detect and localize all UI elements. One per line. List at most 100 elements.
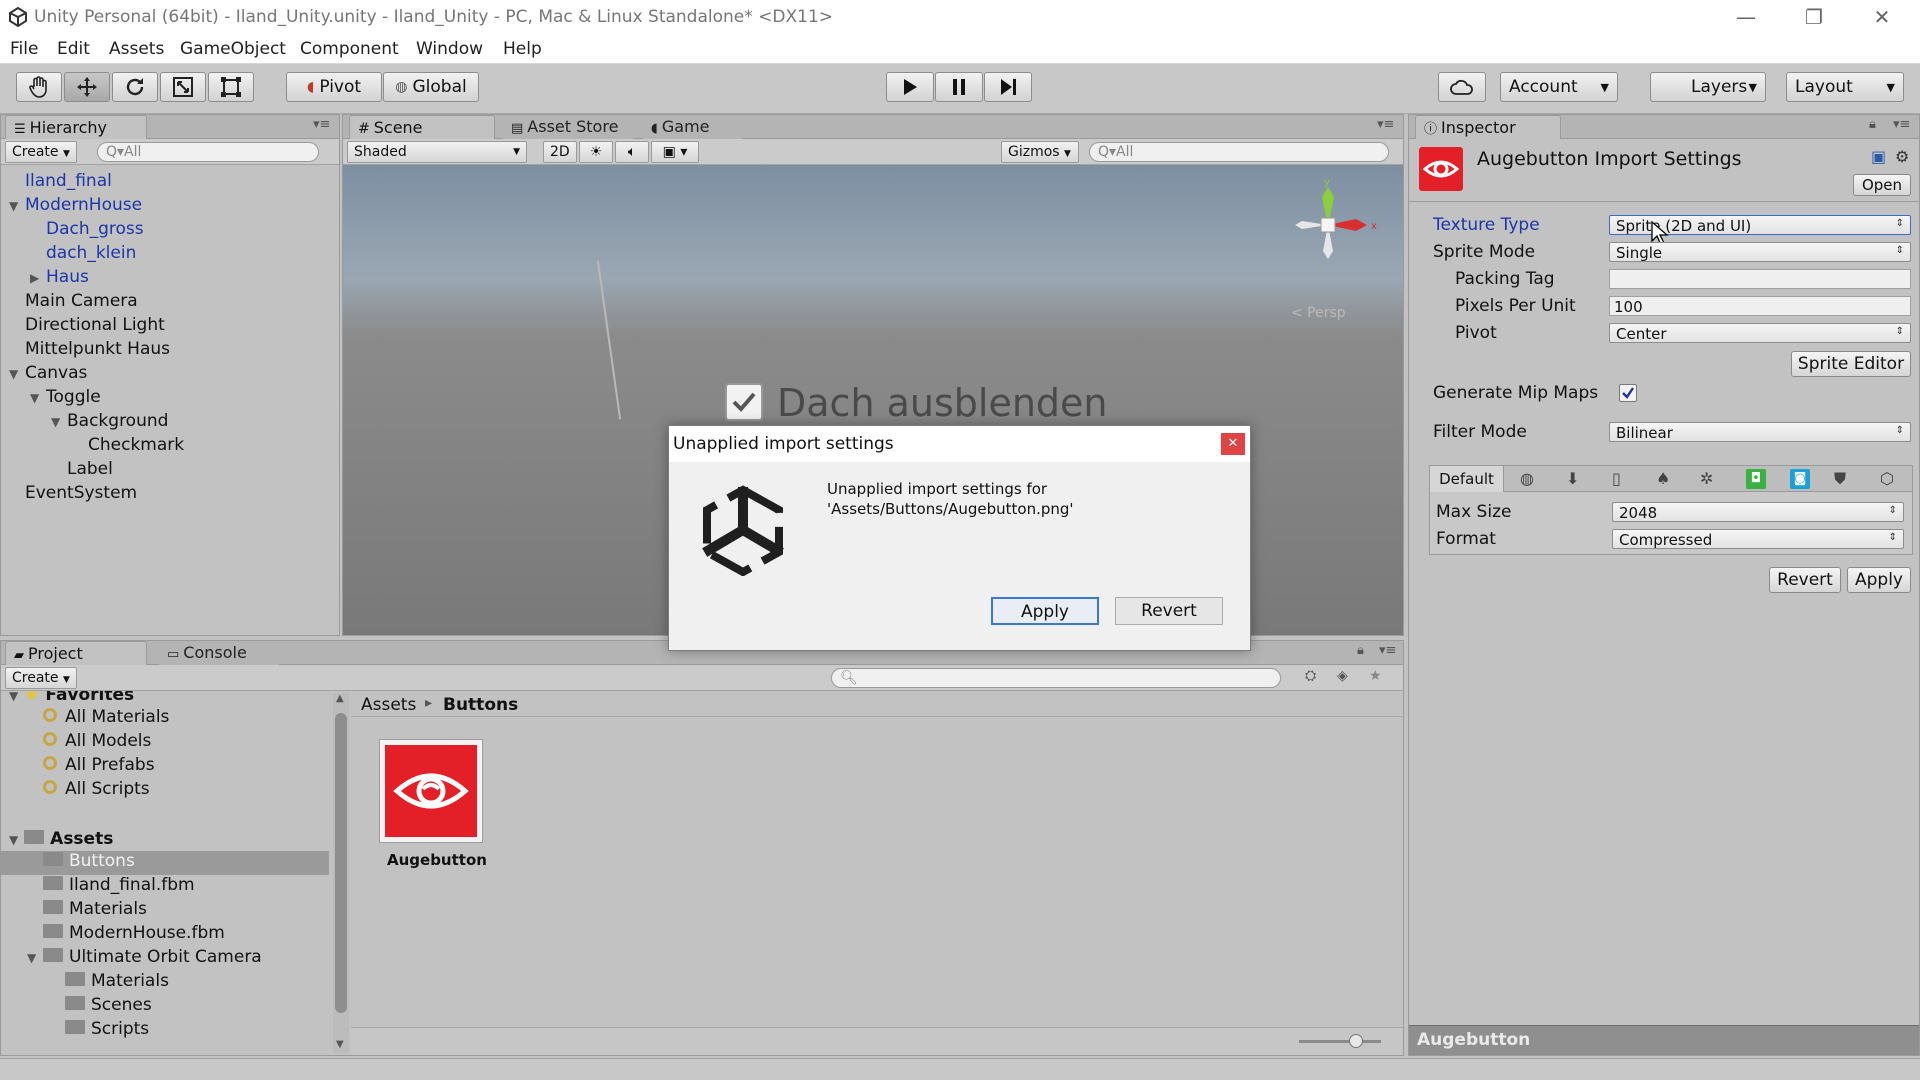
move-tool-button[interactable]	[64, 72, 110, 102]
menu-gameobject[interactable]: GameObject	[180, 39, 286, 59]
panel-menu-icon[interactable]: ▾≡	[1377, 117, 1394, 132]
android-platform-icon[interactable]: ♠	[1656, 469, 1670, 488]
hierarchy-item[interactable]: Checkmark	[72, 435, 184, 455]
project-folder-item[interactable]: ▼ Ultimate Orbit Camera	[1, 947, 329, 971]
tizen-platform-icon[interactable]: ⬡	[1880, 469, 1894, 488]
project-folder-item[interactable]: Buttons	[1, 851, 329, 875]
hierarchy-item[interactable]: Directional Light	[9, 315, 165, 335]
xbox-platform-icon[interactable]: ◘	[1746, 469, 1766, 489]
sprite-mode-dropdown[interactable]: Single ⇕	[1609, 242, 1911, 262]
tab-inspector[interactable]: ⓘ Inspector	[1415, 115, 1561, 139]
expand-arrow-icon[interactable]: ▶	[30, 271, 46, 285]
scale-tool-button[interactable]	[160, 72, 206, 102]
menu-component[interactable]: Component	[300, 39, 399, 59]
layout-dropdown[interactable]: Layout ▼	[1786, 72, 1904, 102]
orientation-gizmo-icon[interactable]: y x	[1273, 175, 1383, 275]
tab-hierarchy[interactable]: ☰ Hierarchy	[5, 115, 147, 139]
gear-icon[interactable]: ⚙	[1895, 147, 1909, 166]
expand-arrow-icon[interactable]: ▼	[9, 367, 25, 381]
persp-label[interactable]: < Persp	[1291, 305, 1346, 321]
rotate-tool-button[interactable]	[112, 72, 158, 102]
help-book-icon[interactable]: ▣	[1871, 147, 1886, 166]
favorite-item[interactable]: All Materials	[43, 707, 169, 727]
panel-menu-icon[interactable]: ▾≡	[1893, 117, 1910, 132]
sprite-editor-button[interactable]: Sprite Editor	[1791, 351, 1911, 377]
hierarchy-item[interactable]: Main Camera	[9, 291, 138, 311]
assets-header[interactable]: ▼ Assets	[9, 829, 113, 849]
format-dropdown[interactable]: Compressed ⇕	[1612, 529, 1904, 549]
menu-edit[interactable]: Edit	[57, 39, 90, 59]
project-folder-item[interactable]: Iland_final.fbm	[1, 875, 329, 899]
filter-by-label-icon[interactable]: ◈	[1337, 668, 1348, 684]
menu-assets[interactable]: Assets	[109, 39, 164, 59]
scroll-up-icon[interactable]: ▲	[336, 693, 344, 704]
menu-window[interactable]: Window	[416, 39, 483, 59]
max-size-dropdown[interactable]: 2048 ⇕	[1612, 502, 1904, 522]
pivot-toggle-button[interactable]: ◖ Pivot	[286, 72, 382, 102]
audio-toggle[interactable]: 🔈︎	[615, 141, 649, 163]
gizmos-dropdown[interactable]: Gizmos ▼	[1001, 141, 1079, 163]
shading-mode-dropdown[interactable]: Shaded ▼	[347, 141, 527, 163]
cloud-button[interactable]	[1438, 72, 1486, 102]
minimize-button[interactable]: —	[1726, 2, 1766, 32]
lock-icon[interactable]: 🔒︎	[1357, 643, 1364, 658]
hierarchy-item[interactable]: EventSystem	[9, 483, 137, 503]
hierarchy-item[interactable]: ▶ Haus	[30, 267, 89, 287]
hierarchy-item[interactable]: dach_klein	[30, 243, 136, 263]
favorites-header[interactable]: ▼ ★ Favorites	[9, 691, 134, 705]
hierarchy-item[interactable]: Label	[51, 459, 113, 479]
tab-scene[interactable]: # Scene	[349, 115, 495, 139]
hierarchy-item[interactable]: ▼ Background	[51, 411, 168, 431]
tab-console[interactable]: ▭ Console	[159, 641, 279, 665]
menu-file[interactable]: File	[10, 39, 38, 59]
hierarchy-create-button[interactable]: Create ▼	[5, 141, 77, 163]
panel-menu-icon[interactable]: ▾≡	[1379, 643, 1396, 658]
web-platform-icon[interactable]: ◍	[1520, 469, 1534, 488]
project-folder-item[interactable]: Materials	[1, 899, 329, 923]
layers-dropdown[interactable]: Layers ▼	[1650, 72, 1766, 102]
favorite-item[interactable]: All Prefabs	[43, 755, 155, 775]
platform-tab-default[interactable]: Default	[1430, 466, 1504, 492]
html5-platform-icon[interactable]: ⛊	[1834, 469, 1846, 489]
hierarchy-item[interactable]: ▼ Toggle	[30, 387, 101, 407]
hierarchy-item[interactable]: Mittelpunkt Haus	[9, 339, 170, 359]
project-create-button[interactable]: Create ▼	[5, 667, 77, 689]
scroll-down-icon[interactable]: ▼	[336, 1039, 344, 1050]
expand-arrow-icon[interactable]: ▼	[51, 415, 67, 429]
maximize-button[interactable]: ❐	[1794, 2, 1834, 32]
expand-arrow-icon[interactable]: ▼	[30, 391, 46, 405]
blackberry-platform-icon[interactable]: ✲	[1700, 469, 1713, 488]
tab-game[interactable]: ◖ Game	[643, 115, 743, 139]
breadcrumb-current[interactable]: Buttons	[443, 695, 518, 715]
icon-size-slider-track[interactable]	[1299, 1040, 1381, 1043]
effects-dropdown[interactable]: ▣ ▾	[651, 141, 699, 163]
favorite-item[interactable]: All Scripts	[43, 779, 150, 799]
rect-tool-button[interactable]	[208, 72, 254, 102]
hierarchy-item[interactable]: ▼ ModernHouse	[9, 195, 142, 215]
asset-tile-augebutton[interactable]	[379, 739, 483, 843]
global-toggle-button[interactable]: ◍ Global	[383, 72, 479, 102]
inspector-apply-button[interactable]: Apply	[1847, 567, 1911, 593]
filter-by-type-icon[interactable]: ⛭	[1305, 668, 1316, 684]
download-platform-icon[interactable]: ⬇	[1566, 469, 1579, 488]
ios-platform-icon[interactable]: ▯	[1612, 469, 1621, 488]
dialog-apply-button[interactable]: Apply	[991, 597, 1099, 625]
lock-icon[interactable]: 🔒︎	[1869, 117, 1876, 132]
hand-tool-button[interactable]	[16, 72, 62, 102]
project-folder-item[interactable]: Materials	[1, 971, 329, 995]
hierarchy-item[interactable]: Iland_final	[9, 171, 112, 191]
star-icon[interactable]: ★	[1369, 668, 1382, 684]
project-folder-item[interactable]: Scenes	[1, 995, 329, 1019]
tab-project[interactable]: ▰ Project	[5, 641, 147, 665]
expand-arrow-icon[interactable]: ▼	[9, 199, 25, 213]
scene-search-input[interactable]: Q▾All	[1089, 142, 1389, 162]
lighting-toggle[interactable]: ☀	[579, 141, 613, 163]
panel-menu-icon[interactable]: ▾≡	[313, 117, 330, 132]
breadcrumb-root[interactable]: Assets	[361, 695, 416, 715]
pixels-per-unit-input[interactable]: 100	[1609, 296, 1911, 316]
menu-help[interactable]: Help	[503, 39, 542, 59]
filter-mode-dropdown[interactable]: Bilinear ⇕	[1609, 422, 1911, 442]
windows-store-platform-icon[interactable]: ◙	[1790, 469, 1810, 489]
icon-size-slider-thumb[interactable]	[1349, 1034, 1363, 1048]
preview-footer[interactable]: Augebutton	[1409, 1025, 1919, 1055]
